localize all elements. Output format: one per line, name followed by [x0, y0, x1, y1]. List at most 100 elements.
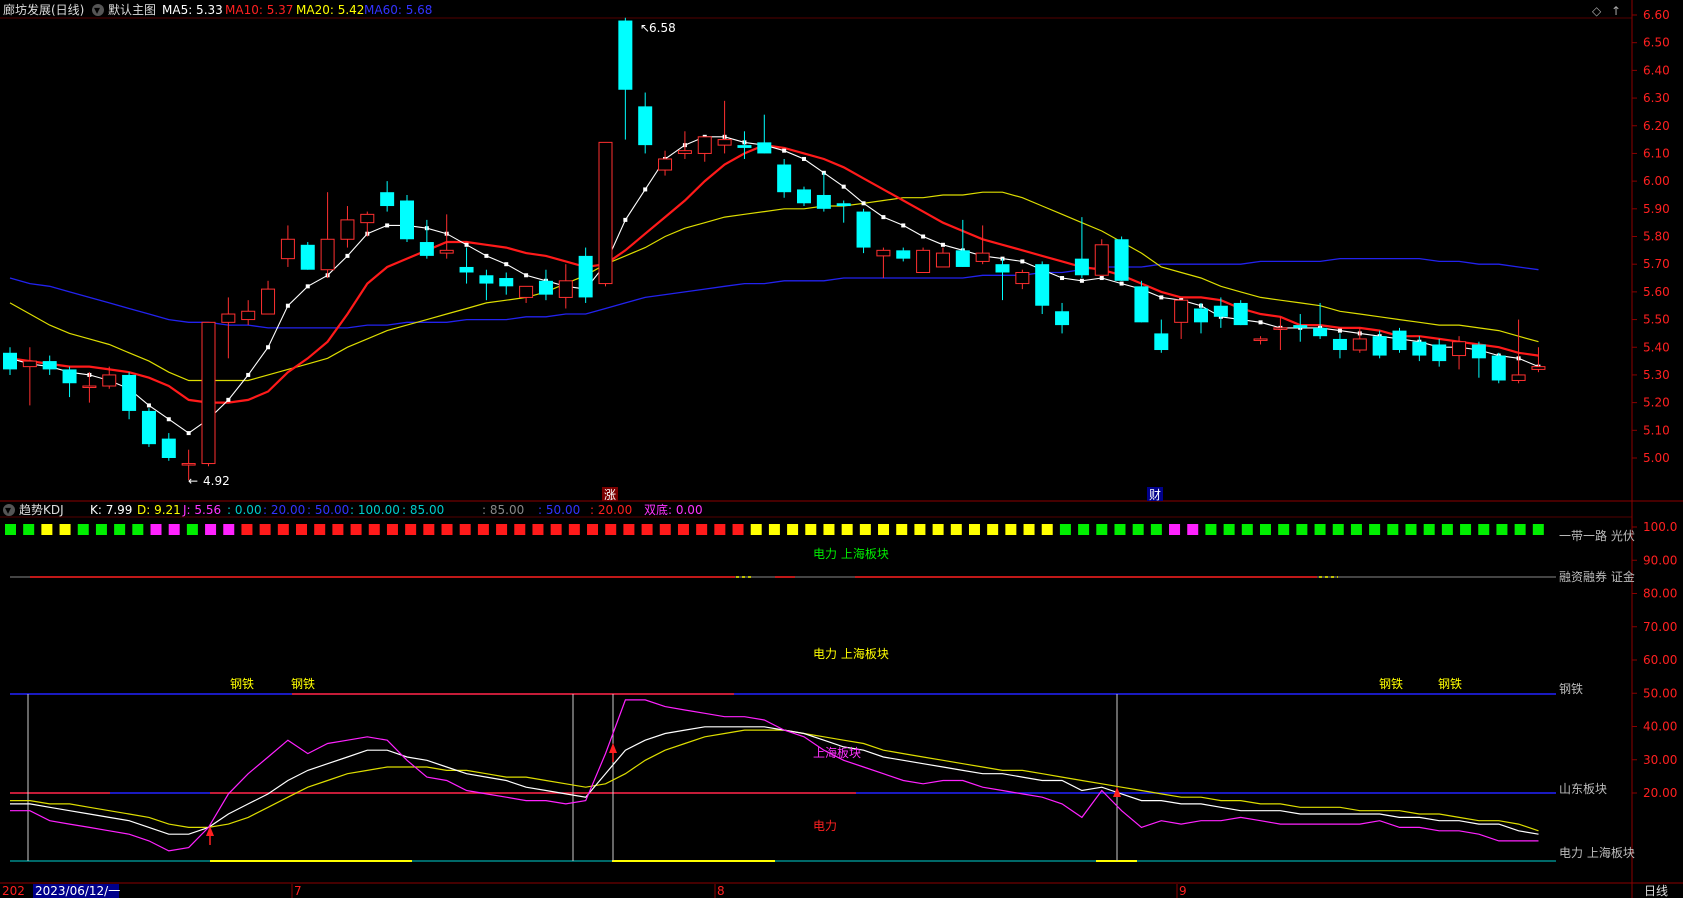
candle[interactable]: [816, 172, 831, 212]
candle[interactable]: [975, 225, 990, 265]
candle[interactable]: [261, 280, 276, 315]
candle[interactable]: [598, 141, 613, 287]
candle[interactable]: [1015, 269, 1030, 290]
candle[interactable]: [479, 269, 494, 301]
candle-body: [916, 249, 931, 273]
candle[interactable]: [916, 247, 931, 273]
candles[interactable]: [3, 17, 1546, 481]
candle[interactable]: [122, 372, 137, 420]
candle[interactable]: [1194, 302, 1208, 334]
candle[interactable]: [22, 347, 37, 406]
candle[interactable]: [1352, 327, 1367, 353]
candle[interactable]: [1273, 316, 1288, 351]
candle[interactable]: [757, 114, 772, 154]
candle[interactable]: [1332, 333, 1347, 359]
stock-chart-window: 6.58 4.92 ← ↖ 涨 财 6.60 6.50 6.40 6.30 6.20 6.…: [0, 0, 1683, 898]
candle[interactable]: [380, 181, 395, 212]
signal-square: [114, 524, 126, 535]
ma5-point: [266, 345, 271, 350]
candle[interactable]: [360, 211, 375, 237]
candle[interactable]: [1432, 338, 1447, 367]
time-m8: 8: [717, 884, 725, 898]
candle[interactable]: [280, 225, 295, 267]
time-start-partial: 202: [2, 884, 25, 898]
candle[interactable]: [340, 206, 355, 248]
candle[interactable]: [221, 297, 236, 359]
kdj-v20: : 20.00: [263, 503, 305, 517]
candle[interactable]: [737, 131, 752, 159]
candle[interactable]: [1114, 236, 1129, 281]
price-tick-label: 6.20: [1643, 119, 1670, 133]
candle[interactable]: [459, 247, 474, 284]
candle-body: [797, 189, 811, 204]
candle[interactable]: [320, 192, 335, 279]
candle[interactable]: [896, 247, 911, 262]
candle[interactable]: [161, 433, 176, 461]
high-arrow-glyph: ↖: [640, 21, 650, 35]
candle[interactable]: [1074, 217, 1089, 279]
candle[interactable]: [1253, 336, 1268, 345]
candle[interactable]: [1134, 280, 1149, 323]
kdj-v100: : 100.00: [350, 503, 400, 517]
candle[interactable]: [995, 258, 1010, 301]
candle[interactable]: [578, 247, 593, 303]
label-mid-center: 电力 上海板块: [813, 646, 889, 661]
candle[interactable]: [1372, 330, 1387, 359]
candle[interactable]: [638, 92, 653, 154]
candle[interactable]: [1174, 299, 1189, 339]
candle[interactable]: [935, 247, 950, 268]
candle[interactable]: [1531, 347, 1546, 373]
candle[interactable]: [1491, 352, 1506, 384]
candle[interactable]: [400, 194, 414, 243]
candle[interactable]: [856, 208, 871, 254]
ma5-point: [464, 242, 469, 247]
candle[interactable]: [876, 247, 891, 279]
ma5-point: [1079, 278, 1084, 283]
candle-body: [876, 249, 891, 257]
candle[interactable]: [836, 200, 851, 223]
candle[interactable]: [1392, 327, 1407, 353]
candle-body: [1015, 271, 1030, 285]
candle[interactable]: [558, 264, 573, 309]
candle[interactable]: [141, 408, 156, 447]
period-label[interactable]: 日线: [1644, 884, 1668, 898]
candle[interactable]: [1471, 341, 1486, 378]
candle[interactable]: [1154, 319, 1169, 353]
candle[interactable]: [955, 219, 970, 267]
candle[interactable]: [777, 158, 792, 198]
candle[interactable]: [201, 321, 216, 467]
chart-canvas[interactable]: 6.58 4.92 ← ↖ 涨 财 6.606.506.406.306.206.…: [0, 0, 1683, 898]
template-label[interactable]: 默认主图: [108, 2, 156, 17]
candle[interactable]: [1293, 314, 1308, 342]
candle[interactable]: [1035, 261, 1050, 315]
candle[interactable]: [538, 269, 553, 301]
price-tick-label: 6.10: [1643, 146, 1670, 160]
time-m7: 7: [294, 884, 302, 898]
candle[interactable]: [1313, 302, 1328, 339]
stock-title[interactable]: 廊坊发展(日线): [3, 2, 84, 17]
candle[interactable]: [618, 17, 633, 140]
signal-square: [259, 524, 271, 535]
candle[interactable]: [519, 285, 534, 303]
candle[interactable]: [677, 131, 692, 159]
candle[interactable]: [797, 186, 811, 207]
ma20-value: MA20: 5.42: [296, 3, 364, 17]
candle[interactable]: [697, 136, 712, 162]
candle[interactable]: [62, 366, 77, 398]
candle[interactable]: [717, 100, 732, 154]
candle[interactable]: [1412, 336, 1427, 362]
candle[interactable]: [1233, 300, 1248, 326]
kdj-title[interactable]: 趋势KDJ: [19, 503, 64, 517]
diamond-icon[interactable]: ◇: [1592, 4, 1602, 18]
candle[interactable]: [658, 150, 673, 176]
candle[interactable]: [300, 242, 315, 270]
candle[interactable]: [241, 300, 256, 326]
candle[interactable]: [499, 272, 514, 295]
candle[interactable]: [419, 219, 434, 259]
arrow-up-icon[interactable]: ↑: [1611, 4, 1621, 18]
signal-square: [696, 524, 708, 535]
candle[interactable]: [1094, 239, 1109, 276]
candle[interactable]: [42, 355, 57, 375]
candle[interactable]: [1055, 302, 1070, 334]
candle[interactable]: [3, 347, 17, 375]
